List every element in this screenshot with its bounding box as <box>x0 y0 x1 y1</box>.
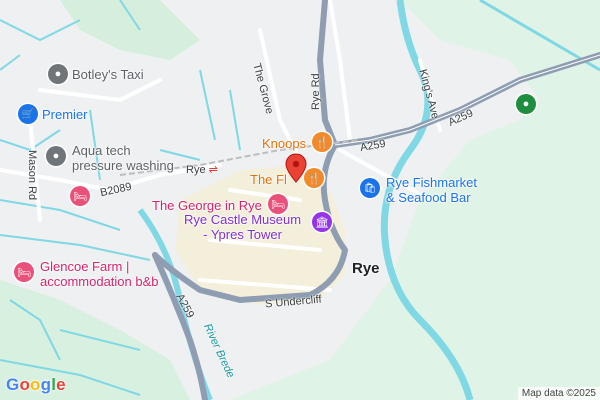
station-name: Rye <box>186 164 206 176</box>
museum-icon[interactable]: 🏛 <box>312 212 332 232</box>
shopping-bag-icon[interactable]: 🛍 <box>360 178 380 198</box>
cutlery-icon[interactable]: 🍴 <box>312 132 332 152</box>
poi-rye-fishmarket[interactable]: Rye Fishmarket & Seafood Bar <box>386 175 477 205</box>
bed-icon[interactable]: 🛏 <box>70 186 90 206</box>
town-label-rye: Rye <box>352 260 380 277</box>
poi-the-fl[interactable]: The Fl <box>250 172 287 187</box>
poi-knoops[interactable]: Knoops <box>262 136 306 151</box>
bed-icon[interactable]: 🛏 <box>14 262 34 282</box>
road-label-rye-rd: Rye Rd <box>310 73 322 110</box>
pin-icon[interactable]: ● <box>46 146 66 166</box>
map-canvas[interactable] <box>0 0 600 400</box>
poi-george-in-rye[interactable]: The George in Rye <box>152 198 262 213</box>
poi-aqua-tech[interactable]: Aqua tech pressure washing <box>72 143 174 173</box>
google-logo: Google <box>6 375 66 394</box>
taxi-pin-icon[interactable]: ● <box>48 64 68 84</box>
poi-rye-castle-museum[interactable]: Rye Castle Museum - Ypres Tower <box>184 212 301 242</box>
cutlery-icon[interactable]: 🍴 <box>304 168 324 188</box>
park-icon[interactable]: ● <box>516 94 536 114</box>
rail-icon: ⇌ <box>208 164 218 176</box>
station-label: Rye ⇌ <box>186 163 218 176</box>
poi-botleys-taxi[interactable]: Botley's Taxi <box>72 67 144 82</box>
poi-glencoe-farm[interactable]: Glencoe Farm | accommodation b&b <box>40 259 159 289</box>
shopping-cart-icon[interactable]: 🛒 <box>18 104 38 124</box>
road-label-mason-rd: Mason Rd <box>26 150 38 201</box>
poi-premier[interactable]: Premier <box>42 107 88 122</box>
map-attribution[interactable]: Map data ©2025 <box>517 387 600 400</box>
bed-icon[interactable]: 🛏 <box>268 194 288 214</box>
